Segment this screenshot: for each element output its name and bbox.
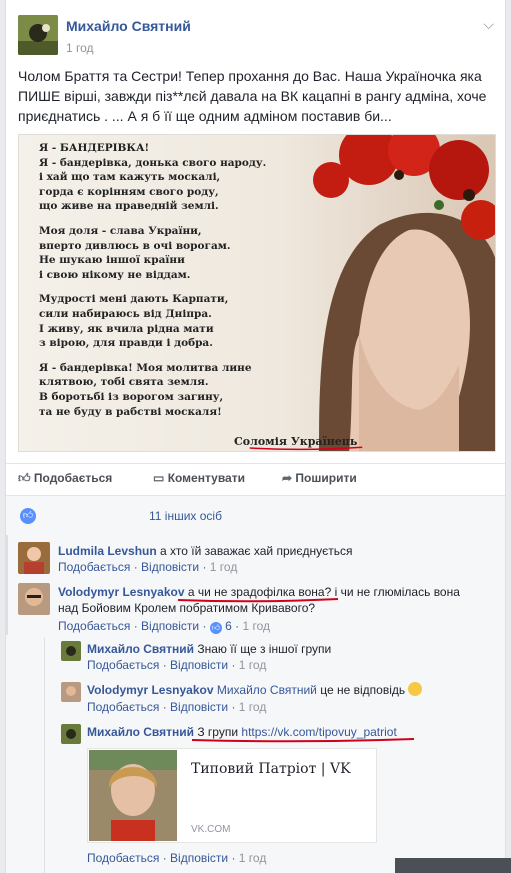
poem-stanza-2: Моя доля - слава України, вперто дивлюсь… (39, 224, 231, 281)
reply-author[interactable]: Volodymyr Lesnyakov (87, 683, 214, 697)
comment-meta: Подобається · Відповісти · 👍︎ 6 · 1 год (58, 619, 271, 634)
reply-time[interactable]: 1 год (239, 851, 267, 865)
comment-label: Коментувати (167, 471, 245, 485)
like-button[interactable]: 👍︎ Подобається (18, 471, 112, 486)
annotation-underline (178, 598, 338, 603)
poem-stanza-1: Я - БАНДЕРІВКА! Я - бандерівка, донька с… (39, 142, 267, 213)
comment-reply-link[interactable]: Відповісти (141, 560, 199, 574)
bottom-overlay-strip (395, 858, 511, 873)
post-time[interactable]: 1 год (66, 41, 94, 55)
poem: Я - БАНДЕРІВКА! Я - бандерівка, донька с… (39, 141, 309, 429)
reply-time[interactable]: 1 год (239, 658, 267, 672)
signature-annotation-line (249, 446, 363, 451)
comment-body: Ludmila Levshun а хто їй заважає хай при… (58, 543, 352, 559)
reply-like-link[interactable]: Подобається (87, 851, 159, 865)
comment-text: а хто їй заважає хай приєднується (160, 544, 353, 558)
comment-text: і чи не глюмілась вона (334, 585, 460, 599)
post-actions: 👍︎ Подобається ▭ Коментувати ➦ Поширити (6, 463, 505, 495)
comment-text-line2: над Бойовим Кролем побратимом Кривавого? (58, 601, 316, 615)
comment-time[interactable]: 1 год (210, 560, 238, 574)
comment-icon: ▭ (153, 471, 165, 485)
reply-reply-link[interactable]: Відповісти (170, 658, 228, 672)
reply-author[interactable]: Михайло Святний (87, 642, 194, 656)
avatar[interactable] (18, 583, 50, 615)
like-reaction-icon: 👍︎ (209, 622, 222, 634)
comment-meta: Подобається · Відповісти · 1 год (58, 560, 238, 574)
post-text: Чолом Браття та Сестри! Тепер прохання д… (18, 68, 487, 124)
preview-domain: VK.COM (191, 824, 231, 835)
reply-thread-line (44, 638, 45, 873)
reply-mention[interactable]: Михайло Святний (217, 683, 317, 697)
chevron-down-icon[interactable]: ⌵ (483, 16, 494, 33)
reply-like-link[interactable]: Подобається (87, 658, 159, 672)
reply-text: це не відповідь (320, 683, 406, 697)
reply-reply-link[interactable]: Відповісти (170, 851, 228, 865)
comment-text-highlighted: а чи не зрадофілка вона? (187, 585, 332, 599)
likes-count[interactable]: 11 інших осіб (149, 509, 222, 523)
reply-body: Volodymyr Lesnyakov Михайло Святний це н… (87, 682, 423, 698)
comment-author[interactable]: Ludmila Levshun (58, 544, 157, 558)
share-arrow-icon: ➦ (282, 471, 293, 485)
like-label: Подобається (33, 471, 113, 485)
avatar[interactable] (18, 542, 50, 574)
reply-text: Знаю її ще з іншої групи (197, 642, 332, 656)
avatar[interactable] (61, 641, 81, 661)
link-preview[interactable]: Типовий Патріот | VK VK.COM (87, 748, 377, 843)
avatar[interactable] (61, 682, 81, 702)
smile-emoji-icon (408, 682, 423, 696)
post-header: Михайло Святний 1 год ⌵ (18, 10, 498, 60)
poem-stanza-3: Мудрості мені дають Карпати, сили набира… (39, 293, 229, 350)
comment-time[interactable]: 1 год (243, 619, 271, 633)
comment-divider (6, 535, 8, 635)
reply-reply-link[interactable]: Відповісти (170, 700, 228, 714)
avatar[interactable] (61, 724, 81, 744)
reply-link[interactable]: https://vk.com/tipovuy_patriot (241, 725, 396, 739)
reply-text: З групи (197, 725, 239, 739)
preview-title: Типовий Патріот | VK (191, 761, 351, 777)
comment-button[interactable]: ▭ Коментувати (153, 471, 245, 485)
comment-reply-link[interactable]: Відповісти (141, 619, 199, 633)
comment-author[interactable]: Volodymyr Lesnyakov (58, 585, 185, 599)
thumbs-up-icon: 👍︎ (18, 471, 31, 485)
reply-author[interactable]: Михайло Святний (87, 725, 194, 739)
reply-time[interactable]: 1 год (239, 700, 267, 714)
share-button[interactable]: ➦ Поширити (282, 471, 357, 485)
annotation-underline (192, 738, 414, 743)
reaction-badge[interactable]: 👍︎ 6 (209, 619, 232, 634)
preview-image (89, 750, 177, 841)
author-name[interactable]: Михайло Святний (66, 18, 191, 34)
reply-body: Михайло Святний Знаю її ще з іншої групи (87, 641, 331, 657)
reply-like-link[interactable]: Подобається (87, 700, 159, 714)
post-image[interactable]: Я - БАНДЕРІВКА! Я - бандерівка, донька с… (18, 134, 496, 452)
post-card: Михайло Святний 1 год ⌵ Чолом Браття та … (5, 0, 506, 873)
likes-summary: 👍︎ 11 інших осіб (6, 495, 505, 535)
reaction-count: 6 (225, 619, 232, 633)
comments-section: Ludmila Levshun а хто їй заважає хай при… (6, 535, 505, 873)
poem-stanza-4: Я - бандерівка! Моя молитва лине клятвою… (39, 361, 252, 418)
comment-like-link[interactable]: Подобається (58, 560, 130, 574)
author-avatar[interactable] (18, 15, 58, 55)
reply-meta: Подобається · Відповісти · 1 год (87, 700, 267, 714)
like-reaction-icon: 👍︎ (20, 508, 36, 524)
share-label: Поширити (295, 471, 357, 485)
comment-like-link[interactable]: Подобається (58, 619, 130, 633)
reply-meta: Подобається · Відповісти · 1 год (87, 658, 267, 672)
reply-meta: Подобається · Відповісти · 1 год (87, 851, 267, 865)
